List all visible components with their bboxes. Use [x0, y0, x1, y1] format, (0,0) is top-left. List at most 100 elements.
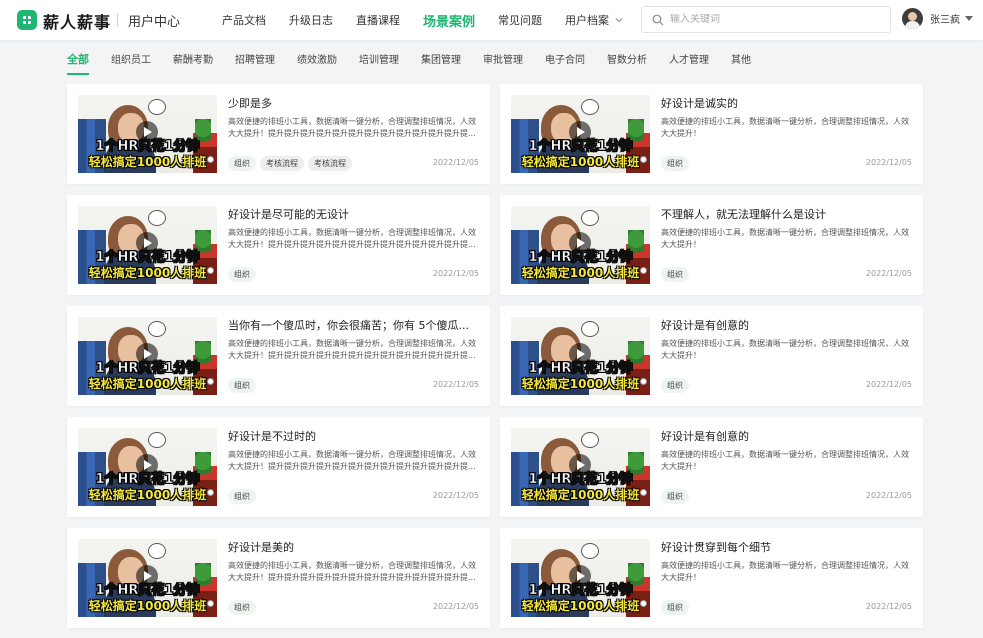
- card-description: 高效便捷的排班小工具，数据清晰一键分析，合理调整排班情况，人效大大提升！: [661, 561, 909, 582]
- tag[interactable]: 组织: [661, 267, 689, 282]
- video-thumbnail[interactable]: 1个HR只花1分钟 轻松搞定1000人排班: [511, 539, 650, 617]
- tab-recruitment[interactable]: 招聘管理: [235, 51, 275, 75]
- speech-bubble-icon: [581, 99, 599, 115]
- tag[interactable]: 组织: [228, 156, 256, 171]
- thumbnail-caption-line2: 轻松搞定1000人排班: [521, 599, 640, 613]
- tag[interactable]: 组织: [661, 156, 689, 171]
- case-card[interactable]: 1个HR只花1分钟 轻松搞定1000人排班 好设计贯穿到每个细节 高效便捷的排班…: [500, 528, 923, 628]
- card-tags: 组织: [661, 378, 693, 393]
- nav-item-live-courses[interactable]: 直播课程: [356, 12, 400, 28]
- video-thumbnail[interactable]: 1个HR只花1分钟 轻松搞定1000人排班: [78, 317, 217, 395]
- case-card[interactable]: 1个HR只花1分钟 轻松搞定1000人排班 好设计是有创意的 高效便捷的排班小工…: [500, 417, 923, 517]
- case-card[interactable]: 1个HR只花1分钟 轻松搞定1000人排班 好设计是尽可能的无设计 高效便捷的排…: [67, 195, 490, 295]
- tab-org-staff[interactable]: 组织员工: [111, 51, 151, 75]
- speech-bubble-icon: [148, 99, 166, 115]
- tag[interactable]: 组织: [661, 378, 689, 393]
- thumbnail-caption-line2: 轻松搞定1000人排班: [88, 266, 207, 280]
- card-tags: 组织: [661, 489, 693, 504]
- thumbnail-caption-line1: 1个HR只花1分钟: [528, 472, 633, 488]
- card-tags: 组织: [228, 600, 260, 615]
- card-tags: 组织: [661, 600, 693, 615]
- tab-all[interactable]: 全部: [67, 51, 89, 75]
- username[interactable]: 张三疯: [930, 11, 960, 26]
- video-thumbnail[interactable]: 1个HR只花1分钟 轻松搞定1000人排班: [511, 428, 650, 506]
- tab-approval[interactable]: 审批管理: [483, 51, 523, 75]
- card-title[interactable]: 好设计是诚实的: [661, 95, 911, 111]
- video-thumbnail[interactable]: 1个HR只花1分钟 轻松搞定1000人排班: [78, 428, 217, 506]
- tab-payroll-attendance[interactable]: 薪酬考勤: [173, 51, 213, 75]
- card-title[interactable]: 好设计是尽可能的无设计: [228, 206, 478, 222]
- card-description: 高效便捷的排班小工具，数据清晰一键分析，合理调整排班情况，人效大大提升！: [661, 339, 909, 360]
- card-description: 高效便捷的排班小工具，数据清晰一键分析，合理调整排班情况，人效大大提升！提升提升…: [228, 228, 476, 249]
- speech-bubble-icon: [148, 543, 166, 559]
- card-description: 高效便捷的排班小工具，数据清晰一键分析，合理调整排班情况，人效大大提升！提升提升…: [228, 339, 476, 360]
- search-input[interactable]: [670, 14, 870, 25]
- avatar-body: [905, 21, 920, 29]
- avatar[interactable]: [902, 8, 923, 29]
- tab-e-contract[interactable]: 电子合同: [545, 51, 585, 75]
- case-card[interactable]: 1个HR只花1分钟 轻松搞定1000人排班 好设计是不过时的 高效便捷的排班小工…: [67, 417, 490, 517]
- card-title[interactable]: 好设计贯穿到每个细节: [661, 539, 911, 555]
- search-box[interactable]: [641, 6, 891, 33]
- nav-item-faq[interactable]: 常见问题: [498, 12, 542, 28]
- tag[interactable]: 组织: [228, 600, 256, 615]
- user-menu[interactable]: 张三疯: [902, 8, 973, 29]
- nav-label: 直播课程: [356, 14, 400, 27]
- caret-down-icon[interactable]: [965, 16, 973, 21]
- tag[interactable]: 组织: [661, 489, 689, 504]
- thumbnail-dot-icon: [207, 267, 214, 274]
- nav-item-product-docs[interactable]: 产品文档: [222, 12, 266, 28]
- thumbnail-dot-icon: [207, 156, 214, 163]
- video-thumbnail[interactable]: 1个HR只花1分钟 轻松搞定1000人排班: [78, 95, 217, 173]
- nav-item-user-profile[interactable]: 用户档案: [565, 12, 623, 28]
- card-title[interactable]: 不理解人，就无法理解什么是设计: [661, 206, 911, 222]
- speech-bubble-icon: [581, 321, 599, 337]
- tab-performance[interactable]: 绩效激励: [297, 51, 337, 75]
- tab-group[interactable]: 集团管理: [421, 51, 461, 75]
- case-card[interactable]: 1个HR只花1分钟 轻松搞定1000人排班 好设计是美的 高效便捷的排班小工具，…: [67, 528, 490, 628]
- card-tags: 组织 考核流程 考核流程: [228, 156, 356, 171]
- card-title[interactable]: 好设计是不过时的: [228, 428, 478, 444]
- case-card[interactable]: 1个HR只花1分钟 轻松搞定1000人排班 少即是多 高效便捷的排班小工具，数据…: [67, 84, 490, 184]
- video-thumbnail[interactable]: 1个HR只花1分钟 轻松搞定1000人排班: [78, 206, 217, 284]
- tab-talent[interactable]: 人才管理: [669, 51, 709, 75]
- video-thumbnail[interactable]: 1个HR只花1分钟 轻松搞定1000人排班: [511, 206, 650, 284]
- brand-logo-icon[interactable]: [16, 9, 38, 31]
- top-header: 薪人薪事 用户中心 产品文档 升级日志 直播课程 场景案例 常见问题 用户档案 …: [0, 0, 983, 40]
- user-center-title[interactable]: 用户中心: [128, 11, 180, 30]
- card-description: 高效便捷的排班小工具，数据清晰一键分析，合理调整排班情况，人效大大提升！: [661, 450, 909, 471]
- tab-analytics[interactable]: 智数分析: [607, 51, 647, 75]
- card-title[interactable]: 好设计是美的: [228, 539, 478, 555]
- tag[interactable]: 考核流程: [308, 156, 352, 171]
- thumbnail-dot-icon: [640, 600, 647, 607]
- nav-label: 场景案例: [423, 14, 476, 30]
- tag[interactable]: 组织: [661, 600, 689, 615]
- thumbnail-dot-icon: [207, 378, 214, 385]
- card-title[interactable]: 好设计是有创意的: [661, 317, 911, 333]
- card-title[interactable]: 当你有一个傻瓜时，你会很痛苦；你有 5个傻瓜...: [228, 317, 478, 333]
- tag[interactable]: 组织: [228, 267, 256, 282]
- nav-item-changelog[interactable]: 升级日志: [289, 12, 333, 28]
- case-card[interactable]: 1个HR只花1分钟 轻松搞定1000人排班 好设计是有创意的 高效便捷的排班小工…: [500, 306, 923, 406]
- card-date: 2022/12/05: [865, 602, 912, 611]
- video-thumbnail[interactable]: 1个HR只花1分钟 轻松搞定1000人排班: [511, 95, 650, 173]
- card-title[interactable]: 少即是多: [228, 95, 478, 111]
- tag[interactable]: 组织: [228, 489, 256, 504]
- tab-training[interactable]: 培训管理: [359, 51, 399, 75]
- case-card[interactable]: 1个HR只花1分钟 轻松搞定1000人排班 不理解人，就无法理解什么是设计 高效…: [500, 195, 923, 295]
- card-title[interactable]: 好设计是有创意的: [661, 428, 911, 444]
- card-date: 2022/12/05: [865, 269, 912, 278]
- case-card[interactable]: 1个HR只花1分钟 轻松搞定1000人排班 当你有一个傻瓜时，你会很痛苦；你有 …: [67, 306, 490, 406]
- video-thumbnail[interactable]: 1个HR只花1分钟 轻松搞定1000人排班: [511, 317, 650, 395]
- nav-item-scene-cases[interactable]: 场景案例: [423, 11, 475, 30]
- card-description: 高效便捷的排班小工具，数据清晰一键分析，合理调整排班情况，人效大大提升！提升提升…: [228, 117, 476, 138]
- case-card[interactable]: 1个HR只花1分钟 轻松搞定1000人排班 好设计是诚实的 高效便捷的排班小工具…: [500, 84, 923, 184]
- brand-name[interactable]: 薪人薪事: [43, 9, 111, 33]
- tag[interactable]: 考核流程: [260, 156, 304, 171]
- video-thumbnail[interactable]: 1个HR只花1分钟 轻松搞定1000人排班: [78, 539, 217, 617]
- card-date: 2022/12/05: [865, 158, 912, 167]
- chevron-down-icon: [615, 18, 623, 23]
- tag[interactable]: 组织: [228, 378, 256, 393]
- card-date: 2022/12/05: [865, 491, 912, 500]
- tab-other[interactable]: 其他: [731, 51, 751, 75]
